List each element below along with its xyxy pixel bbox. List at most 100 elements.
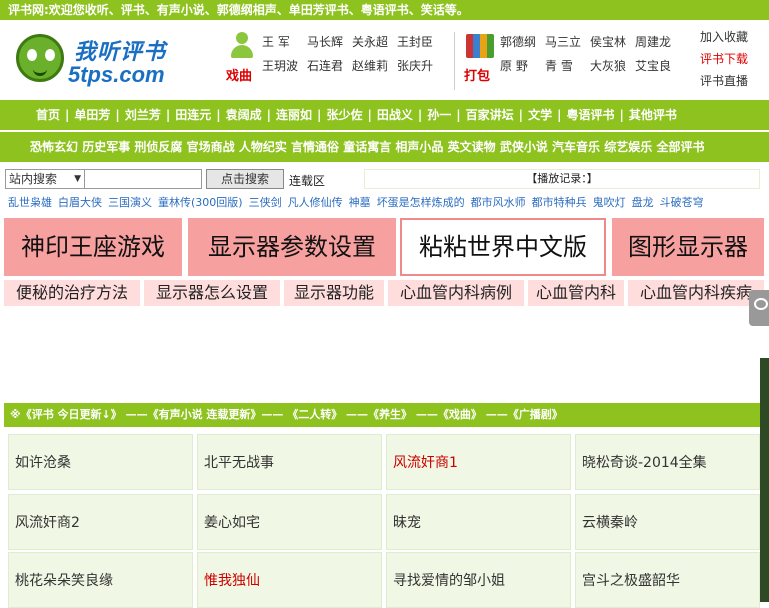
artist-link[interactable]: 王封臣 xyxy=(397,30,439,54)
artist-link[interactable]: 大灰狼 xyxy=(590,54,632,78)
side-banner-edge xyxy=(760,358,769,602)
package-link[interactable]: 打包 xyxy=(464,65,490,84)
ad-link[interactable]: 神印王座游戏 xyxy=(4,218,182,276)
artist-link[interactable]: 周建龙 xyxy=(635,30,677,54)
live-link[interactable]: 评书直播 xyxy=(700,70,748,92)
ad-link[interactable]: 心血管内科病例 xyxy=(388,280,524,306)
category-item[interactable]: 恐怖玄幻 xyxy=(30,132,78,162)
hot-link[interactable]: 凡人修仙传 xyxy=(288,196,343,209)
category-item[interactable]: 历史军事 xyxy=(82,132,130,162)
category-item[interactable]: 刑侦反腐 xyxy=(134,132,182,162)
hot-link[interactable]: 童林传(300回版) xyxy=(158,196,243,209)
nav-item[interactable]: 粤语评书 xyxy=(566,100,614,130)
nav-item[interactable]: 孙一 xyxy=(427,100,451,130)
nav-item[interactable]: 田战义 xyxy=(377,100,413,130)
hot-link[interactable]: 乱世枭雄 xyxy=(8,196,52,209)
nav-item[interactable]: 刘兰芳 xyxy=(125,100,161,130)
nav-item[interactable]: 其他评书 xyxy=(629,100,677,130)
artist-link[interactable]: 郭德纲 xyxy=(500,30,542,54)
nav-item[interactable]: 袁阔成 xyxy=(226,100,262,130)
artist-link[interactable]: 原 野 xyxy=(500,54,542,78)
search-button[interactable]: 点击搜索 xyxy=(206,169,284,189)
artist-link[interactable]: 马长辉 xyxy=(307,30,349,54)
book-item[interactable]: 如许沧桑 xyxy=(8,434,193,490)
site-header: 我听评书 5tps.com 戏曲 王 军马长辉 关永超 王封臣王玥波 石连君 赵维莉 张庆… xyxy=(0,20,769,98)
artist-link[interactable]: 马三立 xyxy=(545,30,587,54)
search-input[interactable] xyxy=(84,169,202,189)
book-item[interactable]: 昧宠 xyxy=(386,494,571,550)
hot-link[interactable]: 三国演义 xyxy=(108,196,152,209)
share-side-tab[interactable] xyxy=(749,290,769,326)
header-quick-links: 加入收藏 评书下载 评书直播 xyxy=(700,26,748,92)
nav-item-home[interactable]: 首页 xyxy=(36,100,60,130)
category-item[interactable]: 童话寓言 xyxy=(343,132,391,162)
ad-link[interactable]: 心血管内科 xyxy=(528,280,624,306)
category-item[interactable]: 全部评书 xyxy=(656,132,704,162)
book-item[interactable]: 风流奸商2 xyxy=(8,494,193,550)
artist-link[interactable]: 王 军 xyxy=(262,30,304,54)
artist-link[interactable]: 石连君 xyxy=(307,54,349,78)
book-item[interactable]: 宫斗之极盛韶华 xyxy=(575,552,760,608)
site-logo[interactable]: 我听评书 5tps.com xyxy=(12,26,197,92)
nav-item[interactable]: 张少佐 xyxy=(326,100,362,130)
book-item[interactable]: 姜心如宅 xyxy=(197,494,382,550)
hot-link[interactable]: 坏蛋是怎样炼成的 xyxy=(377,196,465,209)
hot-link[interactable]: 三侠剑 xyxy=(249,196,282,209)
nav-item[interactable]: 单田芳 xyxy=(74,100,110,130)
chevron-down-icon: ▼ xyxy=(74,174,81,184)
ad-link[interactable]: 显示器参数设置 xyxy=(188,218,396,276)
category-item[interactable]: 综艺娱乐 xyxy=(604,132,652,162)
category-item[interactable]: 武侠小说 xyxy=(500,132,548,162)
artist-link[interactable]: 赵维莉 xyxy=(352,54,394,78)
artist-link[interactable]: 王玥波 xyxy=(262,54,304,78)
ad-link[interactable]: 粘粘世界中文版 xyxy=(400,218,606,276)
header-divider xyxy=(454,32,455,90)
nav-item[interactable]: 百家讲坛 xyxy=(466,100,514,130)
category-item[interactable]: 人物纪实 xyxy=(239,132,287,162)
book-item[interactable]: 北平无战事 xyxy=(197,434,382,490)
search-scope-select[interactable]: 站内搜索 ▼ xyxy=(5,169,85,189)
hot-link[interactable]: 鬼吹灯 xyxy=(593,196,626,209)
ad-link[interactable]: 显示器怎么设置 xyxy=(144,280,280,306)
artist-link[interactable]: 青 雪 xyxy=(545,54,587,78)
hot-links: 乱世枭雄 白眉大侠 三国演义 童林传(300回版) 三侠剑 凡人修仙传 神墓 坏蛋是怎样炼成的… xyxy=(0,194,769,212)
book-item[interactable]: 寻找爱情的邹小姐 xyxy=(386,552,571,608)
book-item[interactable]: 惟我独仙 xyxy=(197,552,382,608)
book-item[interactable]: 云横秦岭 xyxy=(575,494,760,550)
nav-item[interactable]: 连丽如 xyxy=(276,100,312,130)
ad-link[interactable]: 心血管内科疾病 xyxy=(628,280,764,306)
download-link[interactable]: 评书下载 xyxy=(700,48,748,70)
category-item[interactable]: 英文读物 xyxy=(448,132,496,162)
category-item[interactable]: 相声小品 xyxy=(395,132,443,162)
hot-link[interactable]: 神墓 xyxy=(349,196,371,209)
hot-link[interactable]: 都市特种兵 xyxy=(532,196,587,209)
artist-link[interactable]: 侯宝林 xyxy=(590,30,632,54)
ad-block-large: 神印王座游戏 显示器参数设置 粘粘世界中文版 图形显示器 xyxy=(4,218,764,276)
update-category-bar[interactable]: ※《评书 今日更新↓》 ——《有声小说 连载更新》—— 《二人转》 ——《养生》… xyxy=(4,403,760,427)
book-item[interactable]: 风流奸商1 xyxy=(386,434,571,490)
artist-link[interactable]: 关永超 xyxy=(352,30,394,54)
ad-link[interactable]: 显示器功能 xyxy=(284,280,384,306)
ad-link[interactable]: 便秘的治疗方法 xyxy=(4,280,140,306)
book-item[interactable]: 晓松奇谈-2014全集 xyxy=(575,434,760,490)
category-item[interactable]: 官场商战 xyxy=(187,132,235,162)
ad-block-small: 便秘的治疗方法 显示器怎么设置 显示器功能 心血管内科病例 心血管内科 心血管内… xyxy=(4,280,764,306)
hot-link[interactable]: 盘龙 xyxy=(632,196,654,209)
ad-link[interactable]: 图形显示器 xyxy=(612,218,764,276)
nav-item[interactable]: 文学 xyxy=(528,100,552,130)
nav-item[interactable]: 田连元 xyxy=(175,100,211,130)
play-record: 【播放记录：】 xyxy=(364,169,760,189)
category-item[interactable]: 汽车音乐 xyxy=(552,132,600,162)
hot-link[interactable]: 都市风水师 xyxy=(471,196,526,209)
artist-link[interactable]: 张庆升 xyxy=(397,54,439,78)
search-bar: 站内搜索 ▼ 点击搜索 连载区 【播放记录：】 xyxy=(0,168,769,192)
opera-link[interactable]: 戏曲 xyxy=(226,65,252,84)
artist-link[interactable]: 艾宝良 xyxy=(635,54,677,78)
person-icon xyxy=(228,32,256,60)
book-item[interactable]: 桃花朵朵笑良缘 xyxy=(8,552,193,608)
hot-link[interactable]: 斗破苍穹 xyxy=(660,196,704,209)
category-item[interactable]: 言情通俗 xyxy=(291,132,339,162)
serial-area-link[interactable]: 连载区 xyxy=(289,172,325,189)
add-favorite-link[interactable]: 加入收藏 xyxy=(700,26,748,48)
hot-link[interactable]: 白眉大侠 xyxy=(58,196,102,209)
